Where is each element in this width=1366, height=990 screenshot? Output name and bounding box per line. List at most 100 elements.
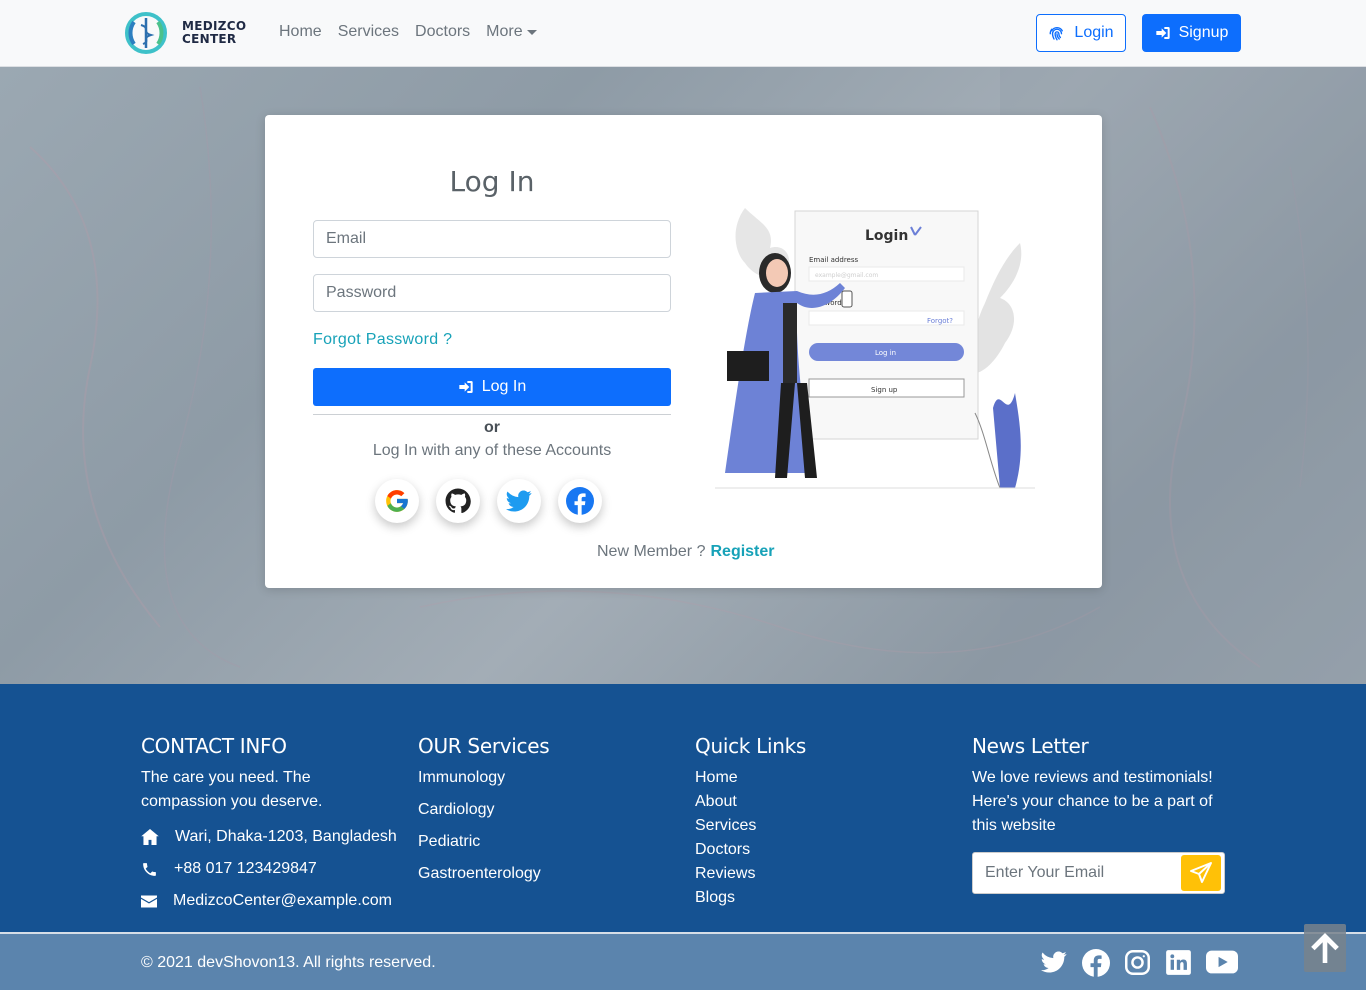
password-input[interactable]: Password	[313, 274, 671, 312]
contact-address-text: Wari, Dhaka-1203, Bangladesh	[175, 828, 397, 845]
new-member-row: New Member ? Register	[597, 543, 775, 561]
password-placeholder: Password	[326, 284, 397, 301]
nav-doctors[interactable]: Doctors	[415, 23, 470, 41]
nav-services[interactable]: Services	[338, 23, 399, 41]
fingerprint-icon	[1049, 27, 1064, 41]
navbar: MEDIZCO CENTER Home Services Doctors Mor…	[0, 0, 1366, 67]
linkedin-icon	[1166, 950, 1191, 975]
facebook-link[interactable]	[1082, 949, 1110, 977]
twitter-icon	[1041, 951, 1067, 973]
envelope-icon	[141, 895, 157, 907]
footer: CONTACT INFO The care you need. The comp…	[0, 684, 1366, 932]
contact-tagline-1: The care you need. The	[141, 769, 311, 786]
new-member-text: New Member ?	[597, 543, 706, 560]
login-illustration: Login Email address example@gmail.com Pa…	[715, 208, 1035, 489]
newsletter-placeholder: Enter Your Email	[985, 864, 1105, 881]
service-link-immunology[interactable]: Immunology	[418, 762, 549, 794]
login-title: Log In	[449, 165, 535, 198]
footer-services-heading: OUR Services	[418, 734, 550, 758]
footer-social-links	[1040, 949, 1238, 977]
illustration-login-button: Log in	[875, 349, 896, 357]
quick-links-list: Home About Services Doctors Reviews Blog…	[695, 766, 806, 910]
arrow-up-icon	[1311, 933, 1339, 963]
twitter-icon	[506, 490, 532, 512]
login-submit-button[interactable]: Log In	[313, 368, 671, 406]
services-list: Immunology Cardiology Pediatric Gastroen…	[418, 762, 549, 890]
footer-newsletter-heading: News Letter	[972, 734, 1089, 758]
newsletter-send-button[interactable]	[1181, 855, 1221, 891]
nav-login-button[interactable]: Login	[1036, 14, 1126, 52]
footer-quick-links: Quick Links Home About Services Doctors …	[695, 734, 806, 910]
nav-links: Home Services Doctors More	[279, 23, 537, 41]
bottom-bar: © 2021 devShovon13. All rights reserved.	[0, 932, 1366, 990]
nav-more-label: More	[486, 23, 523, 40]
github-login-button[interactable]	[436, 479, 480, 523]
nav-home[interactable]: Home	[279, 23, 322, 41]
brand[interactable]: MEDIZCO CENTER	[124, 12, 246, 54]
contact-phone: +88 017 123429847	[141, 860, 317, 878]
quick-link-blogs[interactable]: Blogs	[695, 886, 806, 910]
illustration-forgot: Forgot?	[927, 317, 953, 325]
register-link[interactable]: Register	[710, 543, 774, 561]
instagram-icon	[1125, 950, 1150, 975]
google-icon	[386, 490, 408, 512]
nav-login-label: Login	[1074, 24, 1114, 41]
caret-down-icon	[526, 30, 537, 35]
contact-email-text: MedizcoCenter@example.com	[173, 892, 392, 909]
quick-link-reviews[interactable]: Reviews	[695, 862, 806, 886]
youtube-icon	[1206, 950, 1238, 974]
nav-more-dropdown[interactable]: More	[486, 23, 537, 41]
service-link-gastroenterology[interactable]: Gastroenterology	[418, 858, 549, 890]
footer-contact-heading: CONTACT INFO	[141, 734, 287, 758]
quick-link-services[interactable]: Services	[695, 814, 806, 838]
twitter-link[interactable]	[1040, 949, 1068, 977]
login-card: Log In Email Password Forgot Password ? …	[265, 115, 1102, 588]
service-link-cardiology[interactable]: Cardiology	[418, 794, 549, 826]
google-login-button[interactable]	[375, 479, 419, 523]
contact-tagline-2: compassion you deserve.	[141, 793, 323, 810]
medical-logo-icon	[125, 12, 167, 54]
login-submit-label: Log In	[481, 378, 527, 395]
quick-link-home[interactable]: Home	[695, 766, 806, 790]
nav-signup-label: Signup	[1178, 24, 1229, 41]
github-icon	[445, 488, 471, 514]
email-input[interactable]: Email	[313, 220, 671, 258]
divider	[313, 414, 671, 415]
paper-plane-icon	[1190, 862, 1212, 883]
facebook-icon	[566, 487, 594, 515]
newsletter-line-3: this website	[972, 817, 1056, 834]
contact-email: MedizcoCenter@example.com	[141, 892, 392, 910]
youtube-link[interactable]	[1206, 949, 1238, 977]
email-placeholder: Email	[326, 230, 367, 247]
sign-in-icon	[459, 381, 473, 393]
forgot-password-link[interactable]: Forgot Password ?	[313, 331, 452, 349]
social-login-group	[375, 479, 602, 523]
instagram-link[interactable]	[1124, 949, 1151, 977]
contact-phone-text: +88 017 123429847	[174, 860, 317, 877]
service-link-pediatric[interactable]: Pediatric	[418, 826, 549, 858]
footer-quick-links-heading: Quick Links	[695, 734, 806, 758]
home-icon	[141, 829, 159, 845]
quick-link-about[interactable]: About	[695, 790, 806, 814]
alt-login-text: Log In with any of these Accounts	[372, 442, 612, 459]
linkedin-link[interactable]	[1165, 949, 1192, 977]
illustration-signup-button: Sign up	[871, 386, 898, 394]
nav-signup-button[interactable]: Signup	[1142, 14, 1241, 52]
facebook-icon	[1082, 949, 1110, 977]
contact-address: Wari, Dhaka-1203, Bangladesh	[141, 828, 397, 846]
quick-link-doctors[interactable]: Doctors	[695, 838, 806, 862]
brand-name: MEDIZCO CENTER	[182, 20, 246, 46]
newsletter-line-1: We love reviews and testimonials!	[972, 769, 1213, 786]
scroll-to-top-button[interactable]	[1304, 924, 1346, 972]
newsletter-email-input[interactable]: Enter Your Email	[972, 852, 1225, 894]
facebook-login-button[interactable]	[558, 479, 602, 523]
or-text: or	[484, 419, 500, 436]
brand-line-2: CENTER	[182, 32, 237, 46]
footer-newsletter: News Letter We love reviews and testimon…	[972, 734, 1232, 838]
phone-icon	[143, 862, 156, 876]
footer-contact: CONTACT INFO The care you need. The comp…	[141, 734, 401, 909]
twitter-login-button[interactable]	[497, 479, 541, 523]
illustration-email-placeholder: example@gmail.com	[815, 272, 878, 279]
illustration-title: Login	[865, 228, 908, 244]
sign-in-icon	[1155, 27, 1170, 39]
